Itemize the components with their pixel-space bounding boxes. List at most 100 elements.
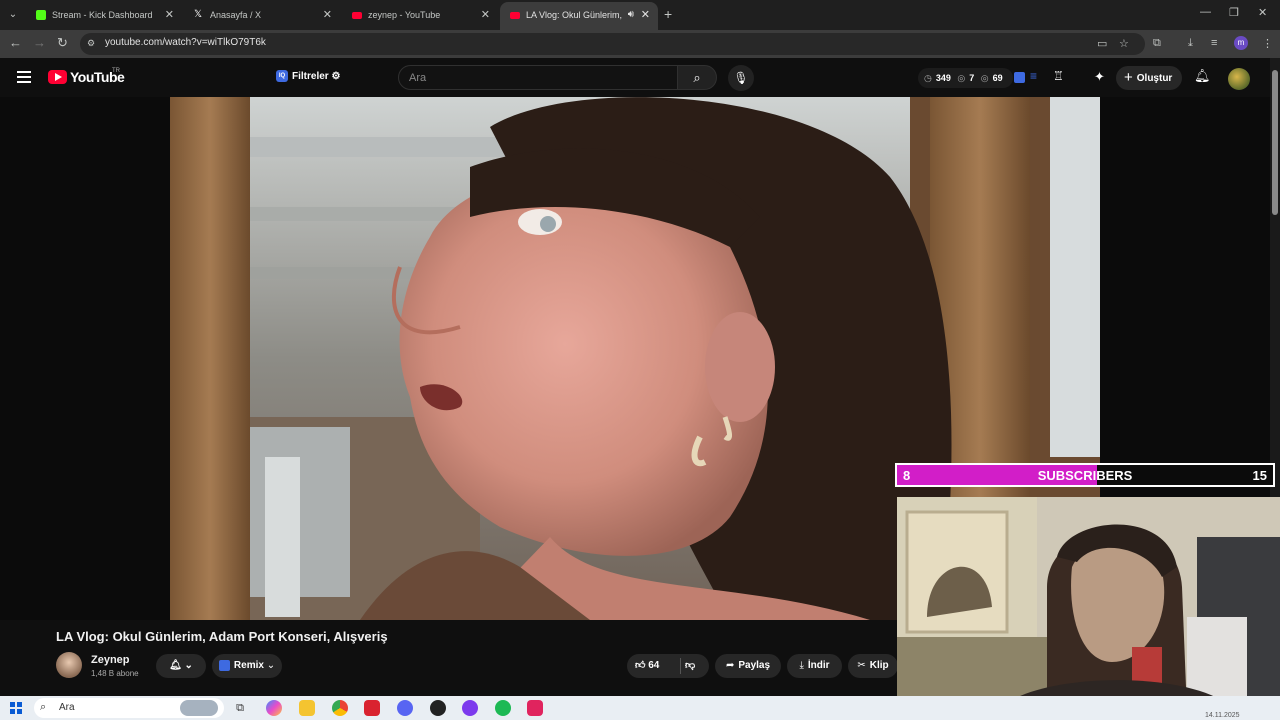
remix-button[interactable]: Remix ⌄	[212, 654, 282, 678]
eye-icon: ◎	[980, 73, 989, 83]
trophy-icon[interactable]: ♖	[1053, 69, 1064, 83]
speaker-icon[interactable]: 🔊︎	[628, 2, 634, 28]
windows-taskbar: ⌕ Ara ⧉	[0, 696, 1280, 720]
window-close-icon[interactable]: ✕	[1258, 6, 1267, 19]
channel-name[interactable]: Zeynep	[91, 654, 130, 666]
stat-comments: 7	[969, 73, 975, 83]
x-icon: 𝕏	[194, 9, 203, 20]
dislike-button[interactable]: 👎︎	[685, 654, 695, 678]
search-input[interactable]: Ara	[398, 65, 678, 90]
divider	[680, 658, 681, 674]
spotify-icon[interactable]	[495, 700, 511, 716]
app-purple-icon[interactable]	[462, 700, 478, 716]
address-bar[interactable]: ⚙︎ youtube.com/watch?v=wiTlkO79T6k	[80, 33, 1145, 55]
back-icon[interactable]: ←	[9, 35, 22, 50]
subscriber-goal-label: SUBSCRIBERS	[1037, 468, 1133, 483]
tab-kick-dashboard[interactable]: Stream - Kick Dashboard ✕	[26, 4, 182, 26]
forward-icon[interactable]: →	[33, 35, 46, 50]
chevron-down-icon: ⌄	[184, 660, 193, 671]
new-tab-button[interactable]: +	[664, 6, 672, 22]
task-view-icon[interactable]: ⧉	[232, 700, 248, 716]
windows-start-icon[interactable]	[10, 702, 22, 714]
sliders-icon: ⚙︎	[331, 71, 341, 82]
file-explorer-icon[interactable]	[299, 700, 315, 716]
discord-icon[interactable]	[397, 700, 413, 716]
download-icon[interactable]: ⤓	[1188, 37, 1193, 50]
tab-search-button[interactable]: ⌄	[4, 6, 22, 24]
filters-button[interactable]: IQ Filtreler ⚙︎	[270, 67, 346, 87]
list-icon[interactable]: ≡	[1030, 69, 1037, 83]
download-button[interactable]: ⤓ İndir	[787, 654, 842, 678]
iq-icon	[218, 659, 230, 671]
bookmark-star-icon[interactable]: ☆	[1119, 37, 1129, 50]
stat-likes: 69	[992, 73, 1003, 83]
tab-zeynep-youtube[interactable]: zeynep - YouTube ✕	[342, 4, 498, 26]
tab-title: Stream - Kick Dashboard	[52, 10, 153, 20]
obs-icon[interactable]	[430, 700, 446, 716]
maximize-icon[interactable]: ❐	[1229, 6, 1239, 19]
tab-title: zeynep - YouTube	[368, 10, 441, 20]
webcam-overlay	[897, 497, 1280, 712]
youtube-icon	[510, 12, 520, 19]
chevron-down-icon: ⌄	[266, 660, 276, 671]
puzzle-icon[interactable]: ✦	[1094, 69, 1105, 85]
site-info-icon[interactable]: ⚙︎	[87, 38, 99, 50]
menu-kebab-icon[interactable]: ⋮	[1262, 37, 1273, 50]
create-button[interactable]: + Oluştur	[1116, 66, 1183, 90]
account-avatar[interactable]	[1228, 68, 1250, 90]
extensions-icon[interactable]: ⧉	[1153, 37, 1161, 50]
widget-manatee-icon[interactable]	[180, 700, 218, 716]
like-button[interactable]: 👍︎ 64	[635, 654, 659, 678]
plus-icon: +	[1124, 69, 1133, 86]
webcam-frame	[897, 497, 1280, 712]
copilot-icon[interactable]	[266, 700, 282, 716]
app-vector-icon[interactable]	[527, 700, 543, 716]
download-icon: ⤓	[799, 660, 804, 671]
country-code: TR	[112, 68, 120, 74]
iq-extension-icon[interactable]	[1014, 72, 1025, 83]
eye-icon: ◎	[957, 73, 966, 83]
profile-avatar[interactable]: m	[1234, 36, 1248, 50]
clip-button[interactable]: ✂︎ Klip	[848, 654, 898, 678]
iq-badge-icon: IQ	[276, 70, 288, 83]
microphone-icon[interactable]: 🎙︎	[728, 65, 754, 91]
minimize-icon[interactable]: —	[1200, 6, 1211, 18]
url-text: youtube.com/watch?v=wiTlkO79T6k	[105, 37, 266, 48]
close-icon[interactable]: ✕	[323, 4, 332, 26]
taskbar-search-placeholder: Ara	[59, 702, 75, 713]
tab-title: Anasayfa / X	[210, 10, 262, 20]
menu-icon[interactable]	[17, 71, 31, 83]
create-label: Oluştur	[1136, 73, 1173, 84]
share-icon: ➦	[725, 660, 735, 671]
search-icon[interactable]: ⌕	[677, 65, 717, 90]
notifications-bell-icon[interactable]: 🔔︎	[1194, 68, 1211, 84]
tab-x-home[interactable]: 𝕏 Anasayfa / X ✕	[184, 4, 340, 26]
wps-office-icon[interactable]	[364, 700, 380, 716]
share-button[interactable]: ➦ Paylaş	[715, 654, 781, 678]
remix-label: Remix	[233, 660, 264, 671]
media-control-icon[interactable]: ≡	[1211, 37, 1217, 49]
reload-icon[interactable]: ↻	[57, 35, 68, 51]
thumbs-down-icon: 👎︎	[685, 660, 696, 671]
extension-stats[interactable]: ◷ 349 ◎ 7 ◎ 69	[918, 68, 1013, 88]
close-icon[interactable]: ✕	[641, 2, 650, 28]
subscriber-goal-bar: 8 SUBSCRIBERS 15	[895, 463, 1275, 487]
channel-avatar[interactable]	[56, 652, 82, 678]
close-icon[interactable]: ✕	[165, 4, 174, 26]
subscriber-goal-target: 15	[1252, 468, 1267, 483]
notification-bell-button[interactable]: 🔔︎ ⌄	[156, 654, 206, 678]
youtube-logo-icon[interactable]	[48, 70, 67, 84]
kick-icon	[36, 10, 46, 20]
scissors-icon: ✂︎	[857, 660, 866, 671]
stat-views: 349	[935, 73, 951, 83]
search-placeholder: Ara	[409, 72, 427, 84]
close-icon[interactable]: ✕	[481, 4, 490, 26]
search-icon: ⌕	[40, 701, 47, 713]
cast-icon[interactable]: ▭	[1097, 37, 1107, 50]
chrome-icon[interactable]	[332, 700, 348, 716]
youtube-icon	[352, 12, 362, 19]
tab-la-vlog[interactable]: LA Vlog: Okul Günlerim, Ad 🔊︎ ✕	[500, 2, 658, 30]
share-label: Paylaş	[738, 660, 771, 671]
scrollbar-thumb[interactable]	[1272, 70, 1278, 215]
browser-toolbar: ← → ↻ ⚙︎ youtube.com/watch?v=wiTlkO79T6k…	[0, 30, 1280, 58]
